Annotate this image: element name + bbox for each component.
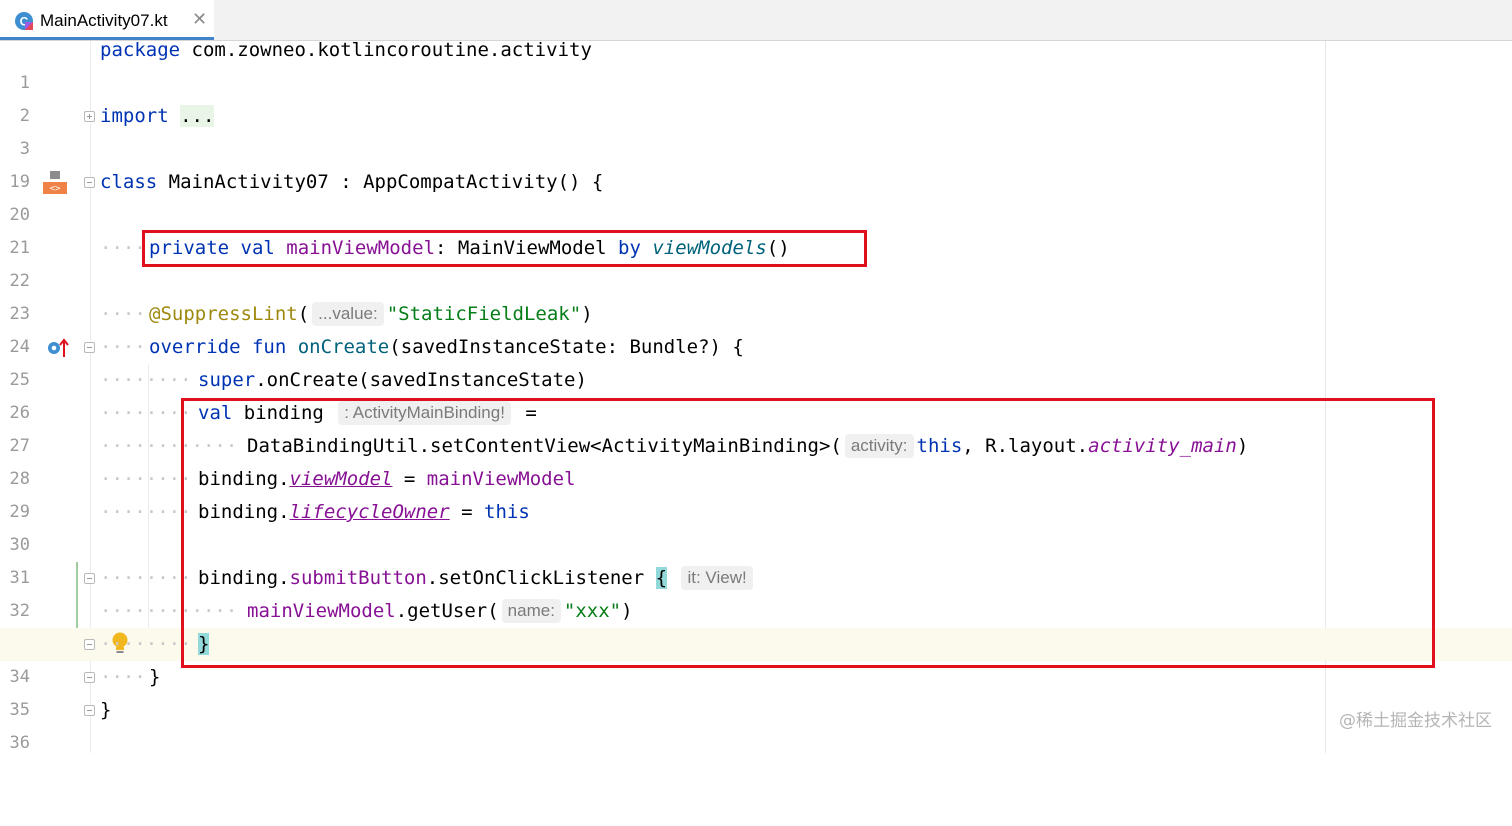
code-line: 21 [0, 199, 1512, 258]
close-icon[interactable]: ✕ [192, 9, 207, 30]
whitespace-dots: ···· [100, 237, 146, 259]
code-line: 19 [0, 133, 1512, 192]
kotlin-file-icon: C [15, 12, 33, 30]
code-line: 25 ···· override fun onCreate(savedInsta… [0, 331, 1512, 390]
fold-end-icon[interactable] [84, 672, 95, 683]
whitespace-dots: ········ [100, 501, 192, 523]
folded-imports[interactable]: ... [180, 105, 215, 127]
line-number: 36 [9, 733, 30, 753]
code-line: 23 [0, 265, 1512, 324]
highlight-box-binding [181, 398, 1435, 668]
annotation: @SuppressLint [149, 303, 298, 325]
code-line: 26 ········ super.onCreate(savedInstance… [0, 364, 1512, 423]
whitespace-dots: ···· [100, 303, 146, 325]
whitespace-dots: ········ [100, 567, 192, 589]
fold-expand-icon[interactable] [84, 111, 95, 122]
code-line: 36 } [0, 694, 1512, 753]
package-name: com.zowneo.kotlincoroutine.activity [180, 39, 592, 61]
related-layout-icon[interactable]: <> [42, 170, 68, 196]
class-declaration: MainActivity07 : AppCompatActivity() { [157, 171, 604, 193]
svg-text:<>: <> [50, 184, 61, 194]
code-line: 1 package com.zowneo.kotlincoroutine.act… [0, 34, 1512, 93]
keyword: override fun [149, 336, 287, 358]
keyword: package [100, 39, 181, 61]
function-name: onCreate [297, 336, 390, 358]
fold-collapse-icon[interactable] [84, 573, 95, 584]
code-line: 20 <> class MainActivity07 : AppCompatAc… [0, 166, 1512, 225]
whitespace-dots: ········ [100, 402, 192, 424]
whitespace-dots: ···· [100, 666, 146, 688]
fold-end-icon[interactable] [84, 705, 95, 716]
keyword: import [100, 105, 169, 127]
fold-collapse-icon[interactable] [84, 342, 95, 353]
string-literal: "StaticFieldLeak" [386, 303, 582, 325]
highlight-box-viewmodel [142, 230, 867, 267]
fold-end-icon[interactable] [84, 639, 95, 650]
keyword: super [198, 369, 256, 391]
tab-title: MainActivity07.kt [40, 11, 168, 30]
keyword: class [100, 171, 158, 193]
override-method-icon[interactable] [46, 338, 70, 358]
whitespace-dots: ········ [100, 468, 192, 490]
whitespace-dots: ········ [100, 369, 192, 391]
parameter-hint: ...value: [312, 302, 384, 326]
code-line: 2 [0, 67, 1512, 126]
watermark: @稀土掘金技术社区 [1339, 711, 1492, 731]
code-line: 24 ···· @SuppressLint(...value: "StaticFi… [0, 298, 1512, 357]
fold-collapse-icon[interactable] [84, 177, 95, 188]
whitespace-dots: ···· [100, 336, 146, 358]
code-line: 3 import ... [0, 100, 1512, 159]
whitespace-dots: ········ [100, 633, 192, 655]
